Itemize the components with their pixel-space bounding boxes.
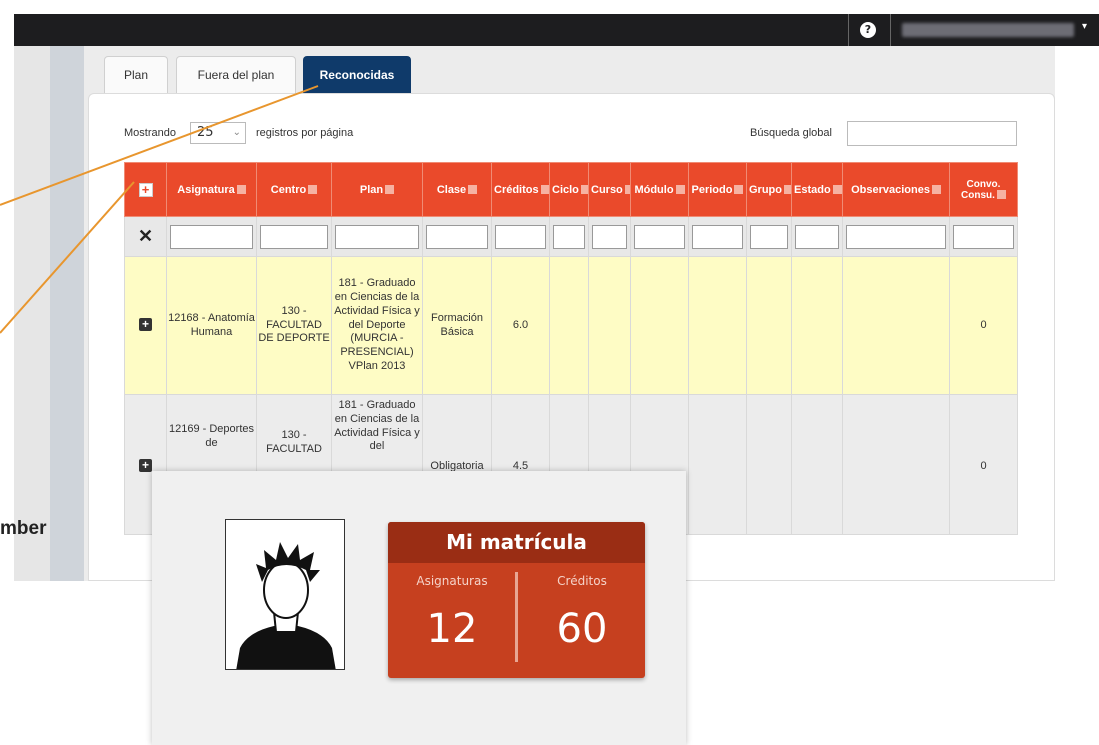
annotation-line <box>0 181 135 334</box>
enrollment-card: Mi matrícula Asignaturas 12 Créditos 60 <box>152 471 686 745</box>
divider <box>515 572 518 662</box>
credits-value: 60 <box>556 606 608 652</box>
annotation-text: mber <box>0 518 47 539</box>
user-silhouette-icon <box>236 542 336 669</box>
annotation-line <box>0 85 319 206</box>
badge-title: Mi matrícula <box>388 522 645 563</box>
credits-label: Créditos <box>557 574 607 588</box>
subjects-label: Asignaturas <box>416 574 488 588</box>
avatar <box>225 519 345 670</box>
enrollment-badge: Mi matrícula Asignaturas 12 Créditos 60 <box>388 522 645 678</box>
subjects-value: 12 <box>426 606 478 652</box>
